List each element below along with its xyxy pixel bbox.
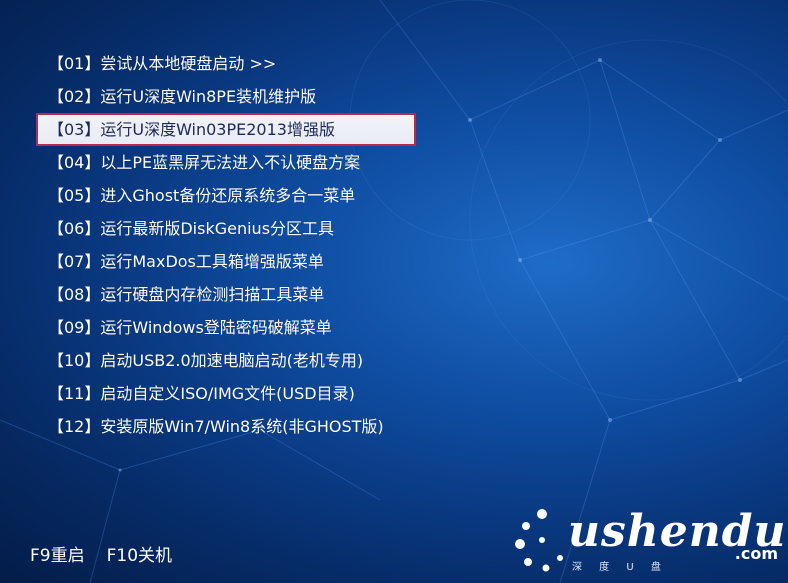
logo-subtext: 深 度 U 盘 xyxy=(572,562,668,573)
menu-item-05[interactable]: 【05】进入Ghost备份还原系统多合一菜单 xyxy=(36,179,596,212)
menu-item-12[interactable]: 【12】安装原版Win7/Win8系统(非GHOST版) xyxy=(36,410,596,443)
f9-restart-button[interactable]: F9重启 xyxy=(30,541,85,566)
menu-item-06[interactable]: 【06】运行最新版DiskGenius分区工具 xyxy=(36,212,596,245)
menu-item-03-selected[interactable]: 【03】运行U深度Win03PE2013增强版 xyxy=(36,113,416,146)
menu-item-08[interactable]: 【08】运行硬盘内存检测扫描工具菜单 xyxy=(36,278,596,311)
menu-item-11[interactable]: 【11】启动自定义ISO/IMG文件(USD目录) xyxy=(36,377,596,410)
logo-com-text: .com xyxy=(734,544,778,563)
logo-dots-icon xyxy=(515,509,563,572)
menu-item-04[interactable]: 【04】以上PE蓝黑屏无法进入不认硬盘方案 xyxy=(36,146,596,179)
menu-item-02[interactable]: 【02】运行U深度Win8PE装机维护版 xyxy=(36,80,596,113)
menu-item-09[interactable]: 【09】运行Windows登陆密码破解菜单 xyxy=(36,311,596,344)
menu-item-10[interactable]: 【10】启动USB2.0加速电脑启动(老机专用) xyxy=(36,344,596,377)
menu-item-01[interactable]: 【01】尝试从本地硬盘启动 >> xyxy=(36,47,596,80)
ushendu-logo: ushendu .com 深 度 U 盘 xyxy=(512,500,788,583)
footer-hotkeys: F9重启 F10关机 xyxy=(30,541,172,566)
boot-menu: 【01】尝试从本地硬盘启动 >> 【02】运行U深度Win8PE装机维护版 【0… xyxy=(36,47,596,443)
f10-shutdown-button[interactable]: F10关机 xyxy=(107,541,172,566)
menu-item-07[interactable]: 【07】运行MaxDos工具箱增强版菜单 xyxy=(36,245,596,278)
